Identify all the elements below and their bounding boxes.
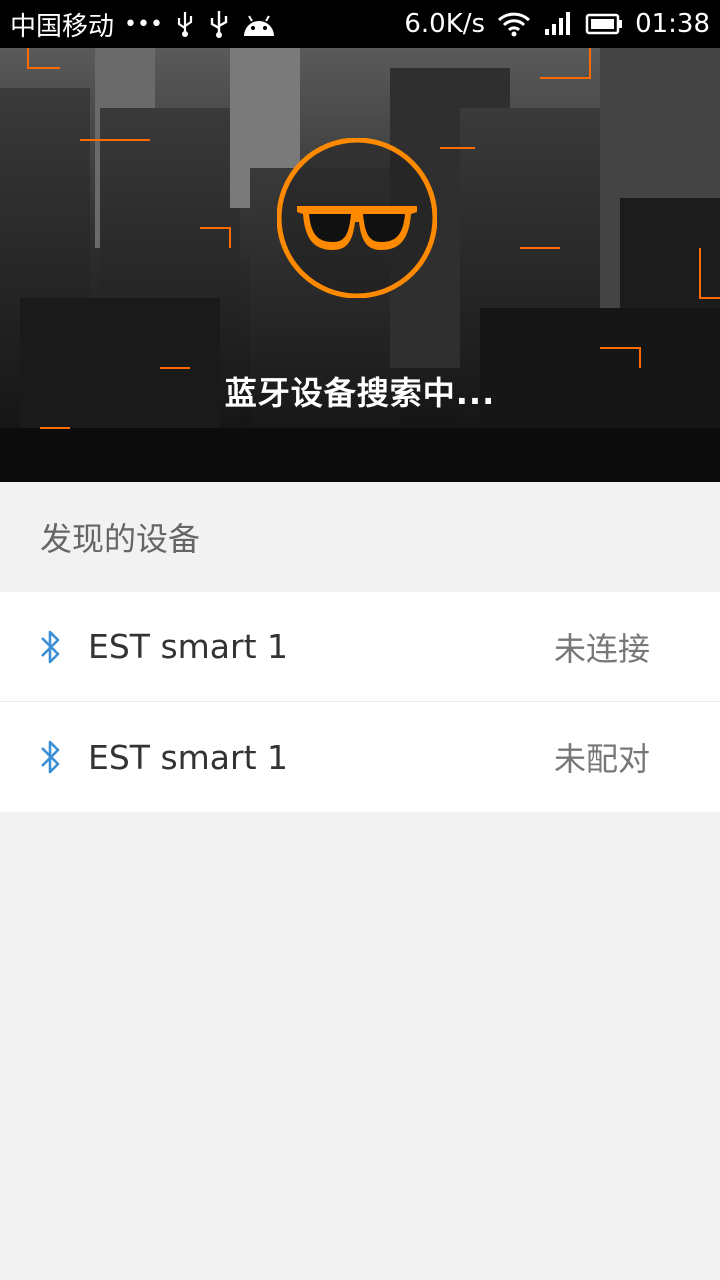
device-row[interactable]: EST smart 1 未连接 [0,592,720,702]
device-name: EST smart 1 [88,627,288,666]
device-row[interactable]: EST smart 1 未配对 [0,702,720,812]
search-banner: 蓝牙设备搜索中... [0,48,720,482]
section-title: 发现的设备 [40,520,201,558]
signal-icon [543,11,573,37]
device-name: EST smart 1 [88,737,288,777]
section-header: 发现的设备 [0,482,720,592]
clock: 01:38 [635,9,710,39]
bluetooth-icon [36,737,64,777]
sunglasses-icon [276,137,438,299]
wifi-icon [497,11,531,37]
device-status: 未连接 [553,629,650,668]
notification-dots: ••• [124,11,163,37]
bluetooth-icon [36,627,64,667]
status-bar: 中国移动 ••• 6.0K/s 01:38 [0,0,720,48]
usb-icon [207,9,231,39]
network-speed: 6.0K/s [404,9,486,39]
carrier-label: 中国移动 [10,11,115,42]
battery-icon [585,12,623,36]
android-icon [241,10,277,38]
usb-icon [173,10,197,38]
device-status: 未配对 [553,740,650,778]
device-list: EST smart 1 未连接 EST smart 1 未配对 [0,592,720,812]
searching-title: 蓝牙设备搜索中... [224,374,496,412]
